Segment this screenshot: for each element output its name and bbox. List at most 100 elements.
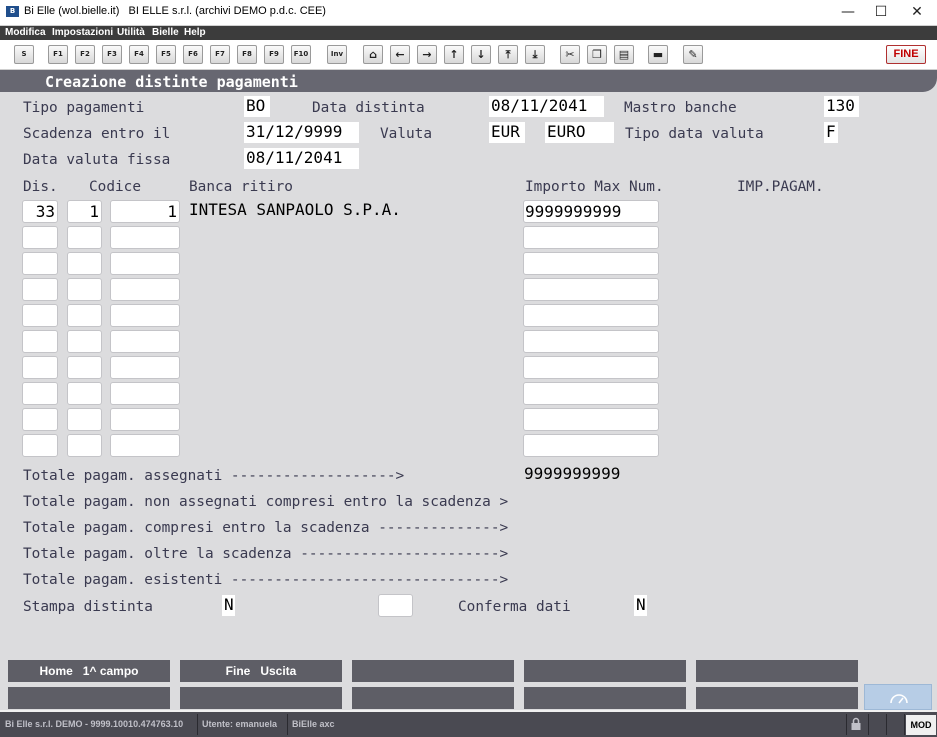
row-importo-field[interactable]: [523, 408, 659, 431]
row-codice-sub-field[interactable]: 1: [110, 200, 180, 223]
valuta-code-field[interactable]: EUR: [489, 122, 525, 143]
arrow-left-icon[interactable]: ←: [390, 45, 410, 64]
scadenza-entro-label: Scadenza entro il: [23, 126, 171, 142]
fkey-slot-10[interactable]: [696, 687, 858, 709]
minimize-button[interactable]: —: [831, 0, 865, 24]
row-dis-field[interactable]: [22, 330, 58, 353]
row-codice-field[interactable]: [67, 434, 102, 457]
key-f10-button[interactable]: F10: [291, 45, 311, 64]
row-dis-field[interactable]: [22, 252, 58, 275]
blank-field[interactable]: [378, 594, 413, 617]
fine-button[interactable]: FINE: [886, 45, 926, 64]
row-importo-field[interactable]: [523, 434, 659, 457]
row-codice-sub-field[interactable]: [110, 278, 180, 301]
fkey-home-button[interactable]: Home 1^ campo: [8, 660, 170, 682]
fkey-slot-9[interactable]: [524, 687, 686, 709]
tipo-pagamenti-field[interactable]: BO: [244, 96, 270, 117]
row-codice-sub-field[interactable]: [110, 434, 180, 457]
arrow-right-icon[interactable]: →: [417, 45, 437, 64]
page-bottom-icon[interactable]: ⤓: [525, 45, 545, 64]
row-importo-field[interactable]: [523, 330, 659, 353]
row-dis-field[interactable]: [22, 226, 58, 249]
page-top-icon[interactable]: ⤒: [498, 45, 518, 64]
row-codice-sub-field[interactable]: [110, 304, 180, 327]
row-codice-field[interactable]: [67, 356, 102, 379]
key-f6-button[interactable]: F6: [183, 45, 203, 64]
data-valuta-fissa-field[interactable]: 08/11/2041: [244, 148, 359, 169]
row-dis-field[interactable]: 33: [22, 200, 58, 223]
status-bar: Bi Elle s.r.l. DEMO - 9999.10010.474763.…: [0, 712, 937, 737]
fkey-slot-6[interactable]: [8, 687, 170, 709]
row-dis-field[interactable]: [22, 408, 58, 431]
fkey-slot-4[interactable]: [524, 660, 686, 682]
key-f3-button[interactable]: F3: [102, 45, 122, 64]
row-codice-field[interactable]: [67, 252, 102, 275]
title-bar: B Bi Elle (wol.bielle.it) BI ELLE s.r.l.…: [0, 0, 937, 26]
conferma-dati-field[interactable]: N: [634, 595, 647, 616]
key-f9-button[interactable]: F9: [264, 45, 284, 64]
row-codice-field[interactable]: [67, 226, 102, 249]
row-dis-field[interactable]: [22, 382, 58, 405]
tipo-data-valuta-field[interactable]: F: [824, 122, 838, 143]
row-codice-field[interactable]: 1: [67, 200, 102, 223]
copy-icon[interactable]: ❐: [587, 45, 607, 64]
key-f8-button[interactable]: F8: [237, 45, 257, 64]
fkey-slot-3[interactable]: [352, 660, 514, 682]
menu-help[interactable]: Help: [184, 27, 206, 38]
key-f5-button[interactable]: F5: [156, 45, 176, 64]
key-s-button[interactable]: S: [14, 45, 34, 64]
arrow-down-icon[interactable]: ↓: [471, 45, 491, 64]
key-f4-button[interactable]: F4: [129, 45, 149, 64]
row-codice-sub-field[interactable]: [110, 252, 180, 275]
row-codice-sub-field[interactable]: [110, 356, 180, 379]
row-codice-sub-field[interactable]: [110, 382, 180, 405]
row-codice-sub-field[interactable]: [110, 408, 180, 431]
row-dis-field[interactable]: [22, 356, 58, 379]
col-imp-pagam-header: IMP.PAGAM.: [737, 179, 824, 195]
row-dis-field[interactable]: [22, 434, 58, 457]
pin-icon[interactable]: ✎: [683, 45, 703, 64]
row-importo-field[interactable]: [523, 304, 659, 327]
fkey-fine-button[interactable]: Fine Uscita: [180, 660, 342, 682]
row-codice-field[interactable]: [67, 278, 102, 301]
row-codice-field[interactable]: [67, 330, 102, 353]
menu-impostazioni[interactable]: Impostazioni: [52, 27, 113, 38]
key-f7-button[interactable]: F7: [210, 45, 230, 64]
fkey-slot-7[interactable]: [180, 687, 342, 709]
mastro-banche-field[interactable]: 130: [824, 96, 859, 117]
row-codice-field[interactable]: [67, 382, 102, 405]
menu-bielle[interactable]: Bielle: [152, 27, 179, 38]
key-f1-button[interactable]: F1: [48, 45, 68, 64]
data-distinta-field[interactable]: 08/11/2041: [489, 96, 604, 117]
row-importo-field[interactable]: [523, 252, 659, 275]
row-codice-field[interactable]: [67, 408, 102, 431]
menu-modifica[interactable]: Modifica: [5, 27, 46, 38]
paste-icon[interactable]: ▤: [614, 45, 634, 64]
row-importo-field[interactable]: [523, 356, 659, 379]
maximize-button[interactable]: ☐: [864, 0, 898, 24]
row-dis-field[interactable]: [22, 304, 58, 327]
menu-utilita[interactable]: Utilità: [117, 27, 145, 38]
scadenza-entro-field[interactable]: 31/12/9999: [244, 122, 359, 143]
row-importo-field[interactable]: [523, 226, 659, 249]
home-icon[interactable]: ⌂: [363, 45, 383, 64]
fkey-slot-5[interactable]: [696, 660, 858, 682]
row-dis-field[interactable]: [22, 278, 58, 301]
cut-icon[interactable]: ✂: [560, 45, 580, 64]
row-importo-field[interactable]: [523, 278, 659, 301]
row-codice-sub-field[interactable]: [110, 226, 180, 249]
key-inv-button[interactable]: Inv: [327, 45, 347, 64]
row-importo-field[interactable]: 9999999999: [523, 200, 659, 223]
close-button[interactable]: ✕: [900, 0, 934, 24]
row-codice-sub-field[interactable]: [110, 330, 180, 353]
speedometer-icon[interactable]: [864, 684, 932, 710]
row-codice-field[interactable]: [67, 304, 102, 327]
fkey-slot-8[interactable]: [352, 687, 514, 709]
stampa-distinta-field[interactable]: N: [222, 595, 235, 616]
arrow-up-icon[interactable]: ↑: [444, 45, 464, 64]
comment-icon[interactable]: ▬: [648, 45, 668, 64]
key-f2-button[interactable]: F2: [75, 45, 95, 64]
row-importo-field[interactable]: [523, 382, 659, 405]
totale-oltre-label: Totale pagam. oltre la scadenza --------…: [23, 546, 509, 562]
app-logo-icon: B: [6, 6, 19, 17]
